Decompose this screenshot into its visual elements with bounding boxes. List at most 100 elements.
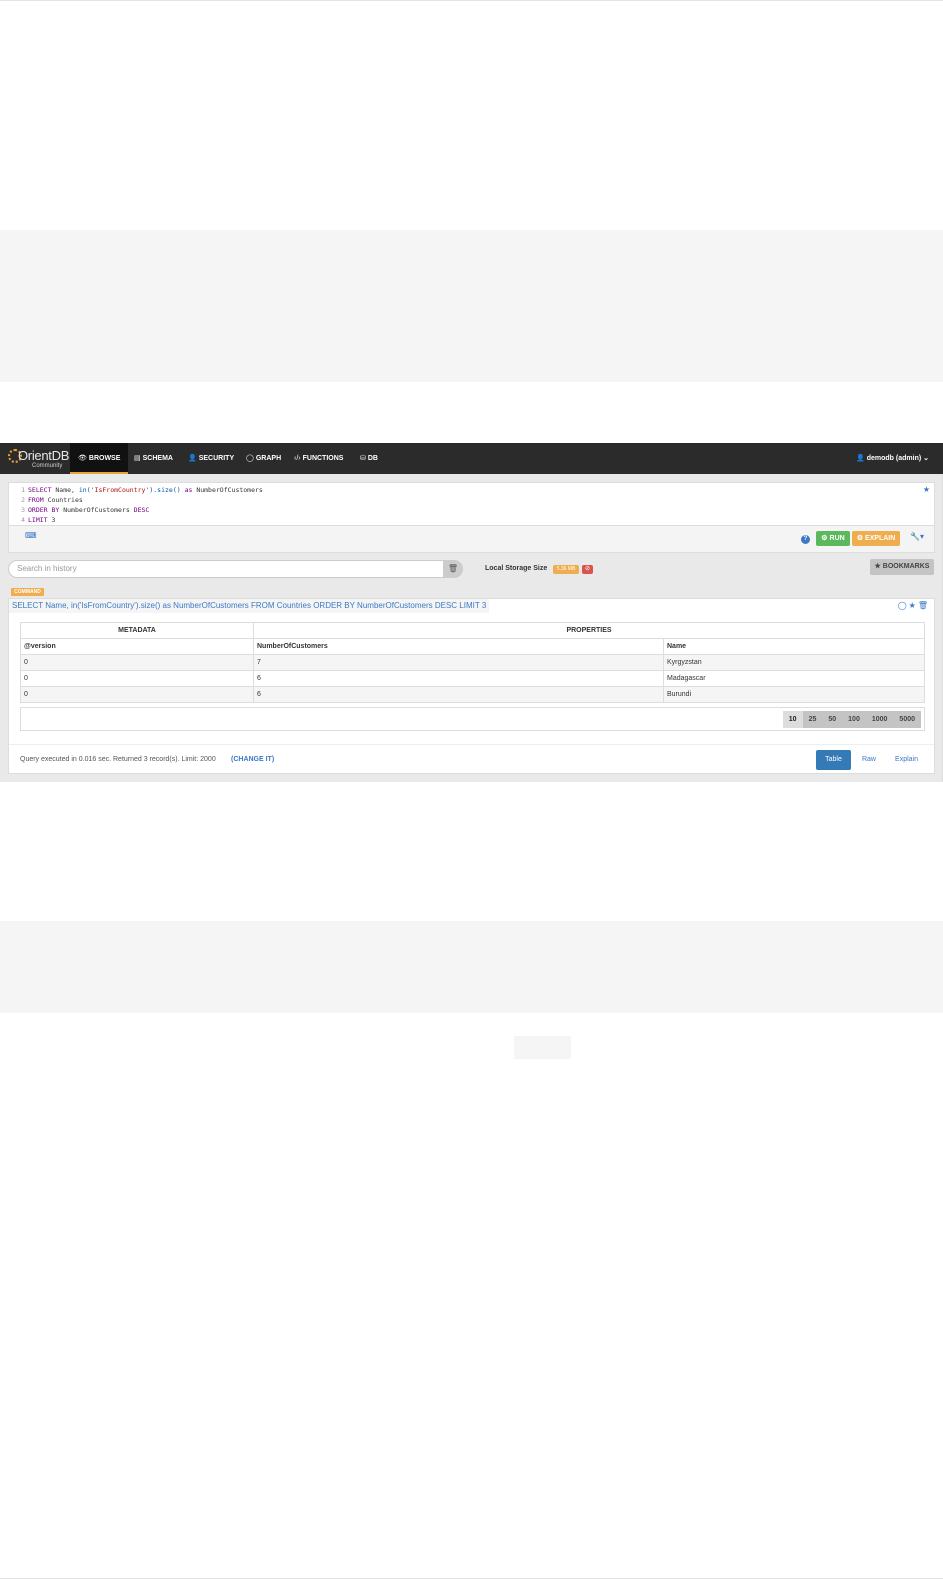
top-divider xyxy=(0,0,943,1)
logo-subtitle: Community xyxy=(32,463,63,469)
table-cell: 6 xyxy=(253,686,664,703)
wrench-icon[interactable]: 🔧▾ xyxy=(910,532,924,541)
page-size-option[interactable]: 5000 xyxy=(893,711,921,728)
orientdb-logo[interactable]: OrientDB Community xyxy=(6,446,70,471)
nav-browse[interactable]: 👁 BROWSE xyxy=(70,443,129,474)
change-limit-link[interactable]: (CHANGE IT) xyxy=(231,756,274,763)
nav-functions[interactable]: ‹/› FUNCTIONS xyxy=(286,443,351,474)
properties-group-header: PROPERTIES xyxy=(253,622,925,639)
gray-band xyxy=(0,921,943,1013)
orientdb-studio-screenshot: OrientDB Community 👁 BROWSE ▤ SCHEMA 👤 SECU… xyxy=(0,443,943,782)
code-line: 3 ORDER BY NumberOfCustomers DESC xyxy=(9,505,149,515)
table-cell: 6 xyxy=(253,670,664,687)
code-line: 2 FROM Countries xyxy=(9,495,83,505)
nav-label: SCHEMA xyxy=(142,455,173,462)
pagination-bar: 10 25 50 100 1000 5000 xyxy=(20,707,925,731)
result-actions-icons[interactable]: ◯★🗑 xyxy=(898,601,930,610)
result-footer-divider xyxy=(9,744,934,745)
table-cell: Burundi xyxy=(663,686,925,703)
nav-security[interactable]: 👤 SECURITY xyxy=(180,443,242,474)
nav-graph[interactable]: ◯ GRAPH xyxy=(238,443,289,474)
line-number: 1 xyxy=(21,486,25,494)
keyboard-icon[interactable]: ⌨ xyxy=(25,531,37,540)
explain-button[interactable]: ⚙ EXPLAIN xyxy=(852,531,900,546)
gray-band xyxy=(0,230,943,382)
code-token: ORDER BY xyxy=(28,506,60,514)
table-row[interactable]: 0 7 Kyrgyzstan xyxy=(20,654,925,671)
circle-icon: ◯ xyxy=(246,455,254,462)
code-token: SELECT xyxy=(28,486,52,494)
table-cell: 0 xyxy=(20,670,254,687)
navbar: OrientDB Community 👁 BROWSE ▤ SCHEMA 👤 SECU… xyxy=(0,443,943,474)
query-editor[interactable]: 1 SELECT Name, in('IsFromCountry').size()… xyxy=(8,482,935,526)
user-icon: 👤 xyxy=(188,455,197,462)
code-token: Countries xyxy=(43,496,83,504)
page-size-option[interactable]: 10 xyxy=(782,711,803,728)
code-line: 1 SELECT Name, in('IsFromCountry').size()… xyxy=(9,485,263,495)
code-token: LIMIT xyxy=(28,516,48,524)
code-token: NumberOfCustomers xyxy=(59,506,134,514)
page-size-selector: 10 25 50 100 1000 5000 xyxy=(782,711,921,728)
column-header[interactable]: @version xyxy=(20,638,254,655)
view-table-button[interactable]: Table xyxy=(816,750,851,770)
page-size-option[interactable]: 25 xyxy=(803,711,823,728)
logo-text: OrientDB xyxy=(18,448,70,463)
code-line: 4 LIMIT 3 xyxy=(9,515,55,525)
editor-toolbar: ⌨ ? ⚙ RUN ⚙ EXPLAIN 🔧▾ xyxy=(8,526,935,553)
user-menu[interactable]: 👤 demodb (admin) ⌄ xyxy=(856,443,929,474)
placeholder-box xyxy=(514,1036,571,1059)
column-header[interactable]: Name xyxy=(663,638,925,655)
run-button[interactable]: ⚙ RUN xyxy=(816,531,850,546)
command-badge: COMMAND xyxy=(11,588,44,596)
database-icon: ⛁ xyxy=(360,455,366,462)
code-icon: ‹/› xyxy=(294,455,301,462)
help-icon[interactable]: ? xyxy=(801,535,810,544)
page-size-option[interactable]: 1000 xyxy=(866,711,894,728)
table-cell: 0 xyxy=(20,686,254,703)
code-token: NumberOfCustomers xyxy=(196,486,263,494)
trash-icon[interactable]: 🗑 xyxy=(443,560,463,578)
result-panel: SELECT Name, in('IsFromCountry').size() … xyxy=(8,598,935,774)
table-icon: ▤ xyxy=(134,455,141,462)
metadata-group-header: METADATA xyxy=(20,622,254,639)
bookmark-star-icon[interactable]: ★ xyxy=(923,485,930,494)
nav-label: SECURITY xyxy=(198,455,235,462)
code-token: FROM xyxy=(28,496,44,504)
code-token: Name, xyxy=(51,486,79,494)
nav-schema[interactable]: ▤ SCHEMA xyxy=(126,443,181,474)
line-number: 4 xyxy=(21,516,25,524)
column-header[interactable]: NumberOfCustomers xyxy=(253,638,664,655)
bookmarks-button[interactable]: ★ BOOKMARKS xyxy=(870,559,934,575)
page-size-option[interactable]: 100 xyxy=(842,711,866,728)
executed-query[interactable]: SELECT Name, in('IsFromCountry').size() … xyxy=(9,599,490,613)
page-size-option[interactable]: 50 xyxy=(822,711,842,728)
table-cell: 7 xyxy=(253,654,664,671)
storage-size-badge: 5.36 MB xyxy=(553,565,579,574)
table-row[interactable]: 0 6 Madagascar xyxy=(20,670,925,687)
nav-label: GRAPH xyxy=(255,455,282,462)
code-token: 3 xyxy=(47,516,56,524)
code-token: ).size() xyxy=(149,486,181,494)
table-cell: Kyrgyzstan xyxy=(663,654,925,671)
clear-storage-icon[interactable]: ⊘ xyxy=(582,565,593,574)
nav-db[interactable]: ⛁ DB xyxy=(352,443,386,474)
table-cell: 0 xyxy=(20,654,254,671)
query-status: Query executed in 0.016 sec. Returned 3 … xyxy=(20,756,216,763)
line-number: 3 xyxy=(21,506,25,514)
code-token: DESC xyxy=(133,506,150,514)
code-token: 'IsFromCountry' xyxy=(90,486,150,494)
table-cell: Madagascar xyxy=(663,670,925,687)
storage-label: Local Storage Size xyxy=(485,565,548,572)
eye-icon: 👁 xyxy=(78,455,87,462)
nav-label: BROWSE xyxy=(88,455,121,462)
history-search-input[interactable]: Search in history xyxy=(8,560,463,578)
code-token: in( xyxy=(78,486,91,494)
code-token: as xyxy=(180,486,197,494)
table-row[interactable]: 0 6 Burundi xyxy=(20,686,925,703)
page: OrientDB Community 👁 BROWSE ▤ SCHEMA 👤 SECU… xyxy=(0,0,943,1580)
view-explain-button[interactable]: Explain xyxy=(895,750,918,770)
view-raw-button[interactable]: Raw xyxy=(862,750,876,770)
nav-label: FUNCTIONS xyxy=(302,455,344,462)
nav-label: DB xyxy=(367,455,378,462)
results-table: METADATA PROPERTIES @version NumberOfCus… xyxy=(20,622,925,703)
